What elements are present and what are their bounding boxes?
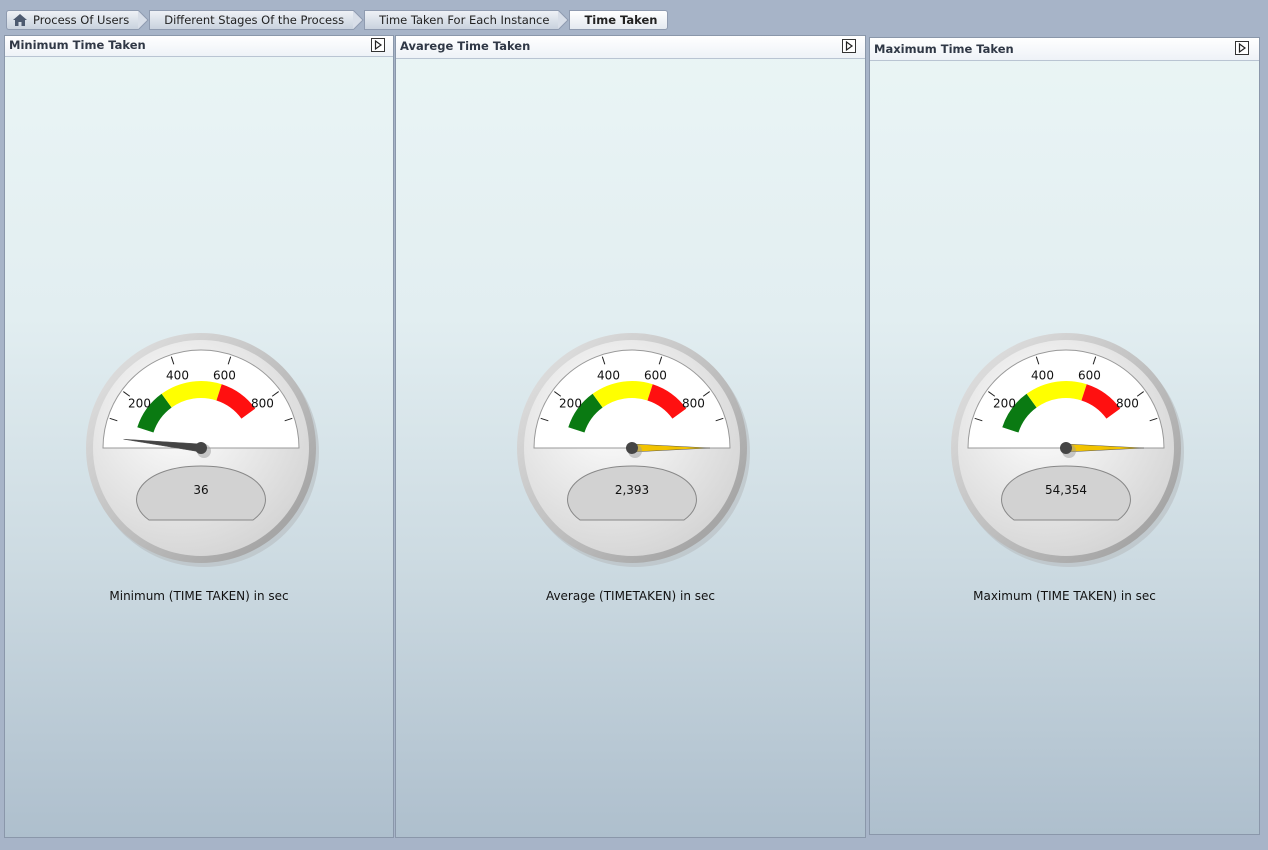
breadcrumb-item-stages[interactable]: Different Stages Of the Process — [149, 10, 355, 30]
gauge-value-label: 36 — [193, 483, 208, 497]
gauge-tick-label: 800 — [1116, 396, 1139, 410]
gauge-tick-label: 600 — [213, 369, 236, 383]
expand-arrow-icon[interactable] — [842, 39, 856, 53]
gauge-tick-label: 600 — [644, 369, 667, 383]
gauge-value-label: 54,354 — [1045, 483, 1087, 497]
panel-average: Avarege Time Taken 200 400 600 800 2,393 Ave… — [395, 35, 866, 838]
gauge-tick-label: 200 — [128, 396, 151, 410]
gauge-tick-label: 400 — [597, 369, 620, 383]
breadcrumb-separator-icon — [353, 10, 364, 30]
gauge-tick-label: 200 — [559, 396, 582, 410]
panel-minimum: Minimum Time Taken 200 400 600 800 36 Minimu… — [4, 35, 394, 838]
breadcrumb-label: Time Taken — [584, 13, 658, 27]
gauge-tick-label: 800 — [682, 396, 705, 410]
panel-title: Maximum Time Taken — [874, 42, 1014, 56]
gauge-tick-label: 800 — [251, 396, 274, 410]
breadcrumb-item-current: Time Taken — [569, 10, 669, 30]
breadcrumb-label: Time Taken For Each Instance — [379, 13, 550, 27]
gauge-caption: Minimum (TIME TAKEN) in sec — [109, 589, 289, 603]
breadcrumb-label: Process Of Users — [33, 13, 130, 27]
panel-title: Avarege Time Taken — [400, 39, 531, 53]
gauge-caption: Average (TIMETAKEN) in sec — [545, 589, 716, 603]
breadcrumb-item-process-of-users[interactable]: Process Of Users — [6, 10, 140, 30]
breadcrumb-separator-icon — [138, 10, 149, 30]
gauge-maximum: 200 400 600 800 54,354 — [951, 333, 1184, 567]
breadcrumb: Process Of Users Different Stages Of the… — [6, 10, 669, 30]
gauge-caption: Maximum (TIME TAKEN) in sec — [973, 589, 1156, 603]
panel-header: Maximum Time Taken — [870, 38, 1259, 61]
breadcrumb-label: Different Stages Of the Process — [164, 13, 345, 27]
home-icon[interactable] — [13, 14, 27, 26]
panel-maximum: Maximum Time Taken 200 400 600 800 54,354 Ma… — [869, 37, 1260, 835]
gauge-value-label: 2,393 — [615, 483, 649, 497]
panel-header: Avarege Time Taken — [396, 36, 865, 59]
panel-header: Minimum Time Taken — [5, 36, 393, 57]
expand-arrow-icon[interactable] — [1235, 41, 1249, 55]
expand-arrow-icon[interactable] — [371, 38, 385, 52]
breadcrumb-item-time-per-instance[interactable]: Time Taken For Each Instance — [364, 10, 560, 30]
gauge-minimum: 200 400 600 800 36 — [86, 333, 319, 567]
gauge-hub — [195, 442, 207, 454]
gauge-tick-label: 200 — [993, 396, 1016, 410]
panel-title: Minimum Time Taken — [9, 38, 146, 52]
gauge-hub — [1060, 442, 1072, 454]
gauge-hub — [626, 442, 638, 454]
gauge-average: 200 400 600 800 2,393 — [517, 333, 750, 567]
breadcrumb-separator-icon — [558, 10, 570, 30]
gauge-tick-label: 600 — [1078, 369, 1101, 383]
gauge-tick-label: 400 — [166, 369, 189, 383]
gauge-tick-label: 400 — [1031, 369, 1054, 383]
